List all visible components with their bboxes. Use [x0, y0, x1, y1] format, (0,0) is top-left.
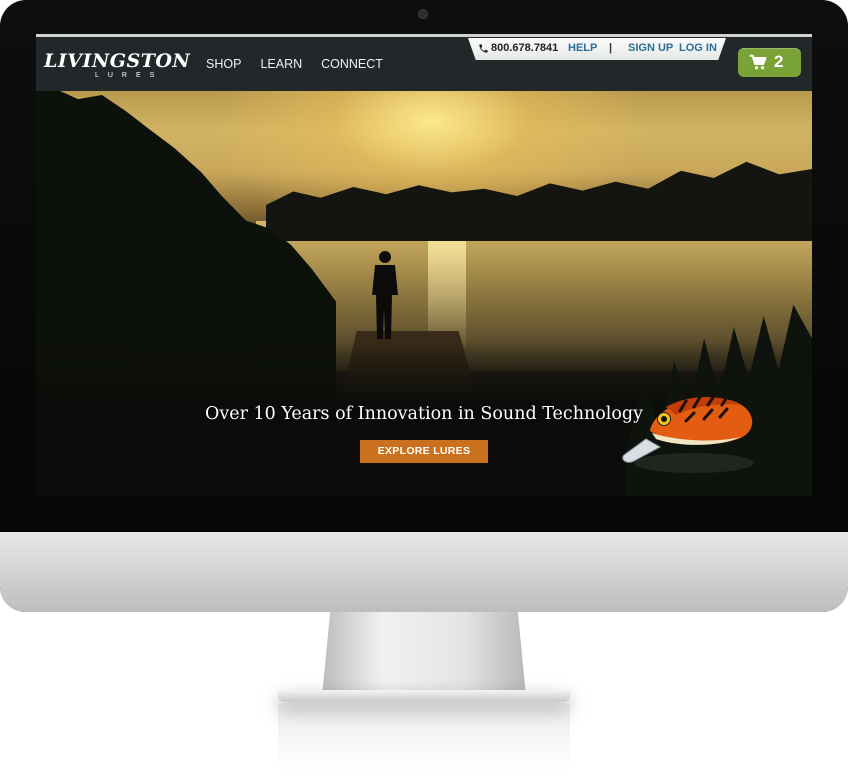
- phone-number[interactable]: 800.678.7841: [491, 42, 558, 54]
- hero-banner: Over 10 Years of Innovation in Sound Tec…: [36, 91, 812, 496]
- monitor-chin: [0, 532, 848, 612]
- explore-lures-button[interactable]: EXPLORE LURES: [360, 440, 488, 463]
- camera-icon: [418, 9, 428, 19]
- main-nav: SHOP LEARN CONNECT: [206, 57, 383, 71]
- logo-subtitle: LURES: [94, 72, 164, 79]
- cart-count: 2: [774, 52, 784, 71]
- login-link[interactable]: LOG IN: [679, 42, 717, 54]
- stand-reflection: [278, 703, 570, 773]
- nav-item-shop[interactable]: SHOP: [206, 57, 241, 71]
- site-logo[interactable]: LIVINGSTON LURES: [44, 51, 190, 81]
- help-link[interactable]: HELP: [568, 42, 597, 54]
- site-header: LIVINGSTON LURES SHOP LEARN CONNECT 800.…: [36, 34, 812, 94]
- phone-icon: [479, 44, 488, 53]
- monitor-bezel: LIVINGSTON LURES SHOP LEARN CONNECT 800.…: [0, 0, 848, 612]
- nav-item-connect[interactable]: CONNECT: [321, 57, 383, 71]
- website-screen: LIVINGSTON LURES SHOP LEARN CONNECT 800.…: [36, 34, 812, 496]
- monitor-stand: [322, 612, 526, 696]
- lure-image: [622, 394, 754, 473]
- utility-bar: 800.678.7841 HELP | SIGN UP LOG IN: [468, 38, 726, 60]
- nav-item-learn[interactable]: LEARN: [260, 57, 302, 71]
- fisherman-silhouette: [372, 251, 398, 339]
- utility-separator: |: [609, 42, 613, 54]
- cart-icon: [749, 54, 767, 70]
- hero-treeline: [266, 161, 812, 241]
- cart-button[interactable]: 2: [738, 48, 801, 77]
- logo-wordmark: LIVINGSTON: [44, 50, 191, 72]
- monitor-stand-base: [278, 690, 570, 702]
- signup-link[interactable]: SIGN UP: [628, 42, 673, 54]
